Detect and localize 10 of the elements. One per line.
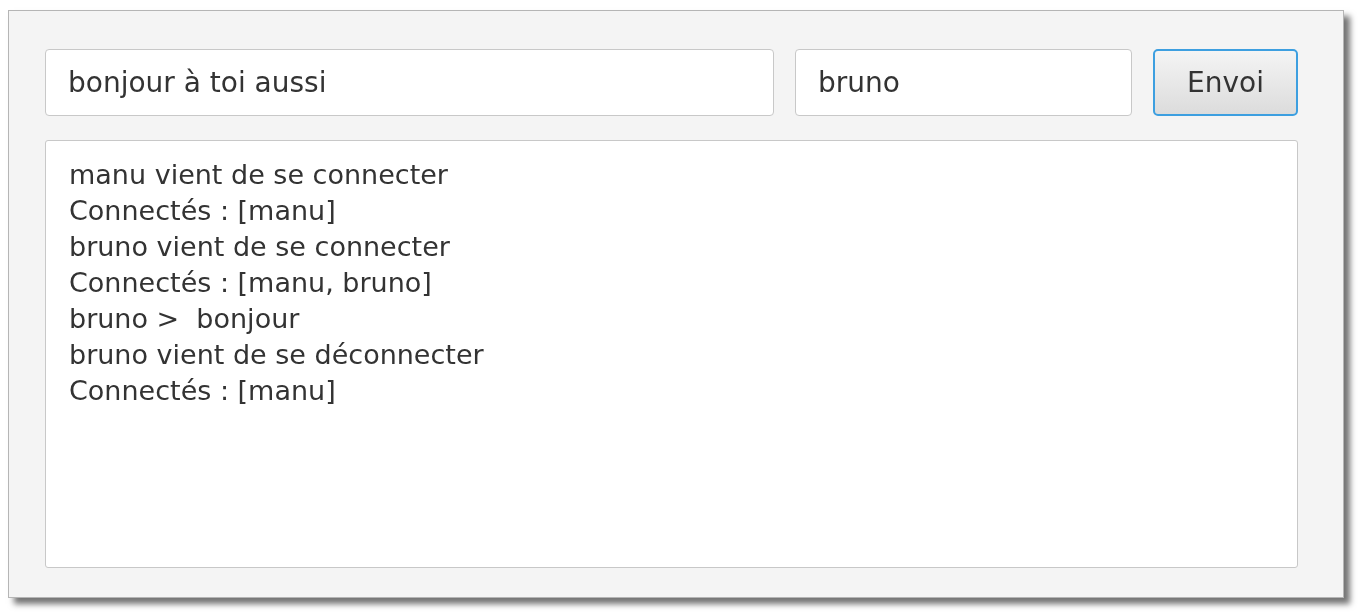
- log-line: bruno > bonjour: [69, 302, 300, 336]
- log-line: bruno vient de se connecter: [69, 230, 450, 264]
- message-field[interactable]: bonjour à toi aussi: [45, 49, 774, 116]
- log-line: manu vient de se connecter: [69, 158, 448, 192]
- log-line: bruno vient de se déconnecter: [69, 338, 484, 372]
- send-button[interactable]: Envoi: [1153, 49, 1298, 116]
- log-line: Connectés : [manu]: [69, 374, 336, 408]
- name-field[interactable]: bruno: [795, 49, 1132, 116]
- log-line: Connectés : [manu]: [69, 194, 336, 228]
- log-line: Connectés : [manu, bruno]: [69, 266, 432, 300]
